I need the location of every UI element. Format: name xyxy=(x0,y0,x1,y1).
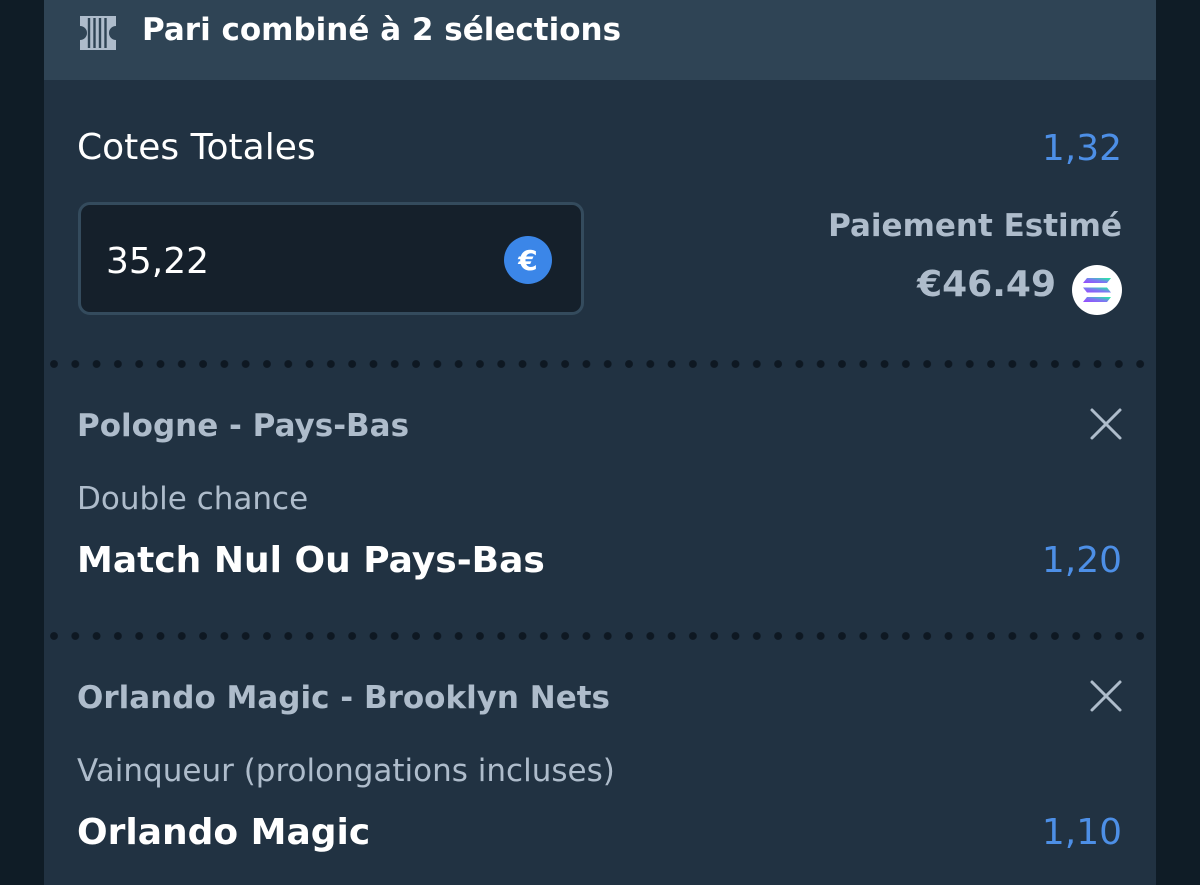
stake-input[interactable]: 35,22 € xyxy=(78,202,584,315)
bet-slip-card: Pari combiné à 2 sélections Cotes Totale… xyxy=(44,0,1156,885)
total-odds-value: 1,32 xyxy=(1041,128,1122,169)
market-label: Vainqueur (prolongations incluses) xyxy=(77,753,615,789)
section-divider xyxy=(50,632,1150,640)
event-title: Orlando Magic - Brooklyn Nets xyxy=(77,680,611,716)
selection-name: Orlando Magic xyxy=(77,812,371,853)
estimated-payout-label: Paiement Estimé xyxy=(828,208,1122,244)
market-label: Double chance xyxy=(77,481,309,517)
bet-slip-header: Pari combiné à 2 sélections xyxy=(44,0,1156,80)
selection-odds: 1,10 xyxy=(1041,812,1122,853)
remove-selection-close-icon[interactable] xyxy=(1086,676,1126,716)
section-divider xyxy=(50,360,1150,368)
stake-value[interactable]: 35,22 xyxy=(106,241,209,282)
solana-icon xyxy=(1072,265,1122,315)
event-title: Pologne - Pays-Bas xyxy=(77,408,410,444)
selection-odds: 1,20 xyxy=(1041,540,1122,581)
total-odds-label: Cotes Totales xyxy=(77,127,316,168)
remove-selection-close-icon[interactable] xyxy=(1086,404,1126,444)
estimated-payout-amount: €46.49 xyxy=(917,264,1056,305)
euro-icon[interactable]: € xyxy=(504,236,552,284)
ticket-icon xyxy=(80,16,116,50)
bet-slip-title: Pari combiné à 2 sélections xyxy=(142,12,622,48)
selection-name: Match Nul Ou Pays-Bas xyxy=(77,540,545,581)
